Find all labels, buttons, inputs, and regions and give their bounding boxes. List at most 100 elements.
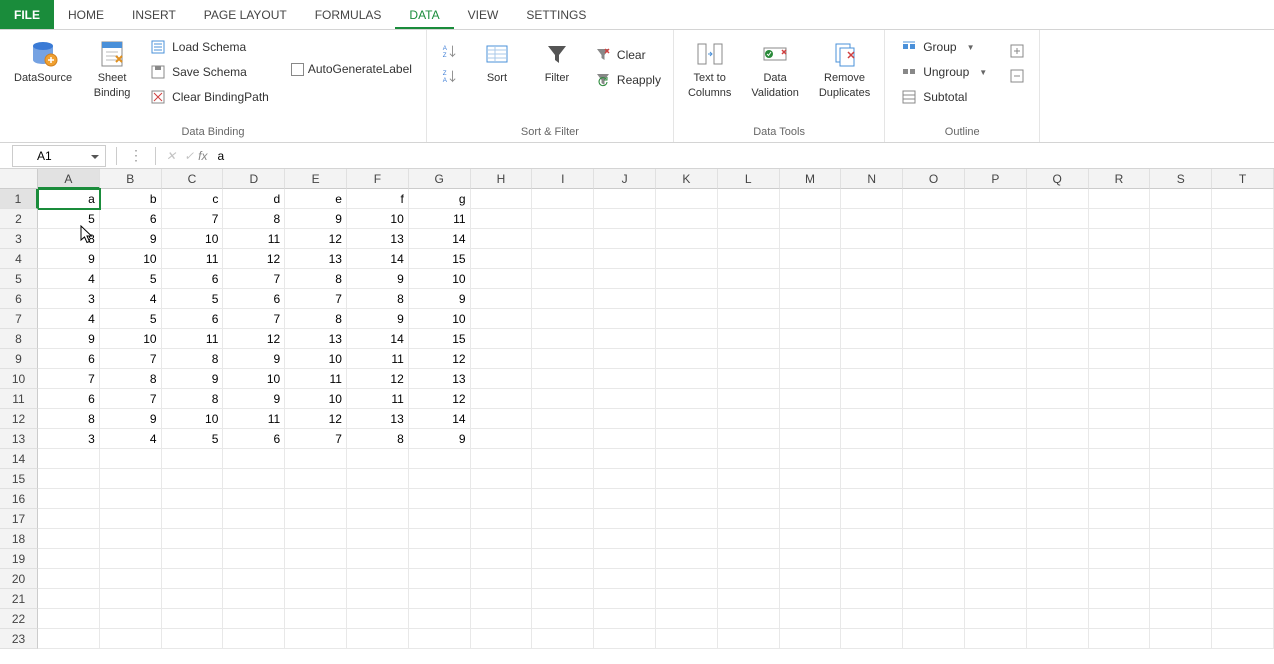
cell-N2[interactable] (841, 209, 903, 229)
cell-I22[interactable] (532, 609, 594, 629)
cell-H17[interactable] (471, 509, 533, 529)
cell-D4[interactable]: 12 (223, 249, 285, 269)
cell-O4[interactable] (903, 249, 965, 269)
cell-M1[interactable] (780, 189, 842, 209)
cell-O19[interactable] (903, 549, 965, 569)
cell-Q19[interactable] (1027, 549, 1089, 569)
cell-K1[interactable] (656, 189, 718, 209)
cell-S4[interactable] (1150, 249, 1212, 269)
cell-P11[interactable] (965, 389, 1027, 409)
cell-T12[interactable] (1212, 409, 1274, 429)
cell-N12[interactable] (841, 409, 903, 429)
cell-Q7[interactable] (1027, 309, 1089, 329)
cell-O18[interactable] (903, 529, 965, 549)
cell-G6[interactable]: 9 (409, 289, 471, 309)
cell-K18[interactable] (656, 529, 718, 549)
cell-O11[interactable] (903, 389, 965, 409)
cell-E2[interactable]: 9 (285, 209, 347, 229)
subtotal-button[interactable]: Subtotal (897, 86, 991, 108)
cell-Q18[interactable] (1027, 529, 1089, 549)
cell-G16[interactable] (409, 489, 471, 509)
cell-D19[interactable] (223, 549, 285, 569)
cell-L2[interactable] (718, 209, 780, 229)
cell-S23[interactable] (1150, 629, 1212, 649)
cell-N20[interactable] (841, 569, 903, 589)
cell-C3[interactable]: 10 (162, 229, 224, 249)
cell-J1[interactable] (594, 189, 656, 209)
cell-B13[interactable]: 4 (100, 429, 162, 449)
cell-Q21[interactable] (1027, 589, 1089, 609)
cell-A6[interactable]: 3 (38, 289, 100, 309)
row-header-10[interactable]: 10 (0, 369, 38, 389)
cell-E9[interactable]: 10 (285, 349, 347, 369)
name-box[interactable]: A1 (12, 145, 106, 167)
cell-K19[interactable] (656, 549, 718, 569)
cell-F8[interactable]: 14 (347, 329, 409, 349)
group-button[interactable]: Group ▼ (897, 36, 991, 58)
cell-M22[interactable] (780, 609, 842, 629)
cell-G10[interactable]: 13 (409, 369, 471, 389)
cell-D20[interactable] (223, 569, 285, 589)
vertical-dots-icon[interactable]: ⋮ (123, 147, 149, 164)
remove-duplicates-button[interactable]: Remove Duplicates (811, 34, 878, 104)
cell-D5[interactable]: 7 (223, 269, 285, 289)
cell-J11[interactable] (594, 389, 656, 409)
cell-S7[interactable] (1150, 309, 1212, 329)
cell-P18[interactable] (965, 529, 1027, 549)
cell-S18[interactable] (1150, 529, 1212, 549)
cell-N4[interactable] (841, 249, 903, 269)
cell-R1[interactable] (1089, 189, 1151, 209)
cell-R21[interactable] (1089, 589, 1151, 609)
cell-A23[interactable] (38, 629, 100, 649)
cell-Q14[interactable] (1027, 449, 1089, 469)
show-detail-button[interactable] (1005, 40, 1029, 62)
cell-S13[interactable] (1150, 429, 1212, 449)
cell-A3[interactable]: 8 (38, 229, 100, 249)
cell-A5[interactable]: 4 (38, 269, 100, 289)
cell-T7[interactable] (1212, 309, 1274, 329)
cell-P17[interactable] (965, 509, 1027, 529)
cell-F17[interactable] (347, 509, 409, 529)
cell-I4[interactable] (532, 249, 594, 269)
cell-M13[interactable] (780, 429, 842, 449)
cell-B5[interactable]: 5 (100, 269, 162, 289)
cell-I7[interactable] (532, 309, 594, 329)
cell-K23[interactable] (656, 629, 718, 649)
row-header-7[interactable]: 7 (0, 309, 38, 329)
cell-H20[interactable] (471, 569, 533, 589)
cell-R14[interactable] (1089, 449, 1151, 469)
cell-O10[interactable] (903, 369, 965, 389)
cell-L7[interactable] (718, 309, 780, 329)
cell-I19[interactable] (532, 549, 594, 569)
cell-P7[interactable] (965, 309, 1027, 329)
cell-M3[interactable] (780, 229, 842, 249)
cell-L9[interactable] (718, 349, 780, 369)
cell-H5[interactable] (471, 269, 533, 289)
cell-B7[interactable]: 5 (100, 309, 162, 329)
cell-R17[interactable] (1089, 509, 1151, 529)
cell-T22[interactable] (1212, 609, 1274, 629)
cell-L11[interactable] (718, 389, 780, 409)
cell-E6[interactable]: 7 (285, 289, 347, 309)
cell-N22[interactable] (841, 609, 903, 629)
cell-O17[interactable] (903, 509, 965, 529)
column-header-F[interactable]: F (347, 169, 409, 189)
cell-E23[interactable] (285, 629, 347, 649)
cell-O7[interactable] (903, 309, 965, 329)
cell-M2[interactable] (780, 209, 842, 229)
cell-H1[interactable] (471, 189, 533, 209)
row-header-23[interactable]: 23 (0, 629, 38, 649)
cell-E5[interactable]: 8 (285, 269, 347, 289)
cell-T16[interactable] (1212, 489, 1274, 509)
cell-G3[interactable]: 14 (409, 229, 471, 249)
cell-F21[interactable] (347, 589, 409, 609)
cell-E22[interactable] (285, 609, 347, 629)
cell-H12[interactable] (471, 409, 533, 429)
cell-M4[interactable] (780, 249, 842, 269)
cell-D10[interactable]: 10 (223, 369, 285, 389)
cell-P19[interactable] (965, 549, 1027, 569)
cell-E15[interactable] (285, 469, 347, 489)
cell-T23[interactable] (1212, 629, 1274, 649)
column-header-E[interactable]: E (285, 169, 347, 189)
column-header-M[interactable]: M (780, 169, 842, 189)
